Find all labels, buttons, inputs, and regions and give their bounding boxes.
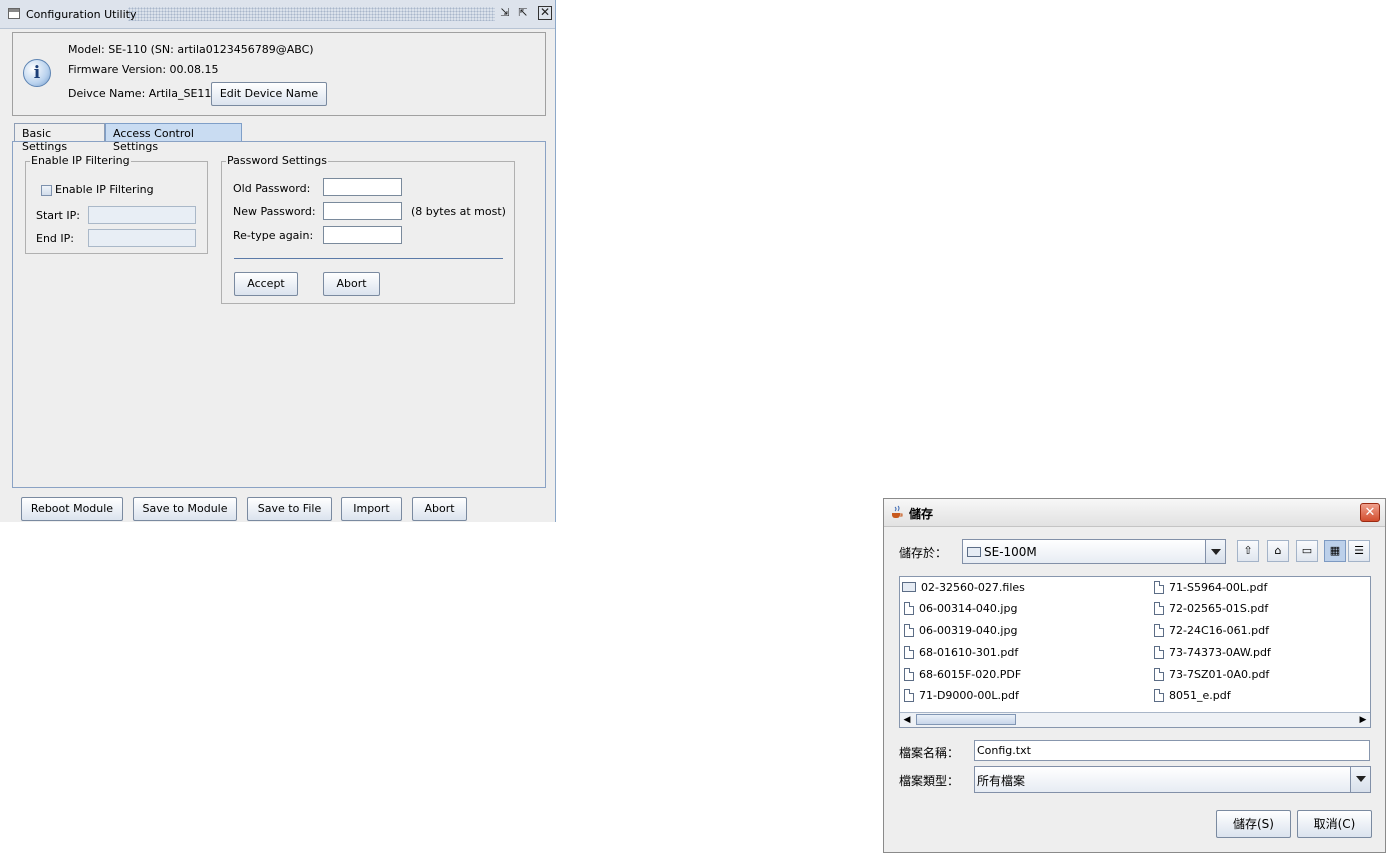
window-app-icon	[8, 8, 20, 19]
close-icon[interactable]: ✕	[538, 6, 552, 20]
file-icon	[904, 646, 914, 659]
save-to-module-button[interactable]: Save to Module	[133, 497, 237, 521]
access-control-panel: Enable IP Filtering Enable IP Filtering …	[12, 141, 546, 488]
tab-basic-settings[interactable]: Basic Settings	[14, 123, 105, 153]
ip-filtering-group-title: Enable IP Filtering	[30, 154, 131, 167]
list-view-icon[interactable]: ▦	[1324, 540, 1346, 562]
save-in-label: 儲存於：	[899, 546, 948, 560]
start-ip-input[interactable]	[88, 206, 196, 224]
new-password-input[interactable]	[323, 202, 402, 220]
cancel-button[interactable]: 取消(C)	[1297, 810, 1372, 838]
filename-input[interactable]: Config.txt	[974, 740, 1370, 761]
minimize-icon[interactable]: ⇲	[498, 6, 512, 20]
window-title: Configuration Utility	[26, 8, 137, 21]
device-info-panel: i Model: SE-110 (SN: artila0123456789@AB…	[12, 32, 546, 116]
list-item[interactable]: 71-S5964-00L.pdf	[1154, 581, 1267, 594]
file-list[interactable]: 02-32560-027.files 06-00314-040.jpg 06-0…	[899, 576, 1371, 728]
file-icon	[904, 602, 914, 615]
import-button[interactable]: Import	[341, 497, 402, 521]
end-ip-label: End IP:	[36, 232, 74, 245]
firmware-label: Firmware Version: 00.08.15	[68, 63, 219, 76]
list-item[interactable]: 71-D9000-00L.pdf	[904, 689, 1019, 702]
file-icon	[1154, 581, 1164, 594]
reboot-module-button[interactable]: Reboot Module	[21, 497, 123, 521]
scroll-right-icon[interactable]: ▶	[1356, 713, 1370, 727]
start-ip-label: Start IP:	[36, 209, 80, 222]
filetype-combo[interactable]: 所有檔案	[974, 766, 1371, 793]
list-item[interactable]: 72-24C16-061.pdf	[1154, 624, 1269, 637]
password-settings-group: Password Settings Old Password: New Pass…	[221, 154, 515, 304]
password-length-hint: (8 bytes at most)	[411, 205, 506, 218]
new-folder-icon[interactable]: ▭	[1296, 540, 1318, 562]
password-separator	[234, 258, 503, 259]
password-settings-group-title: Password Settings	[226, 154, 328, 167]
filetype-value: 所有檔案	[977, 774, 1026, 788]
new-password-label: New Password:	[233, 205, 316, 218]
scrollbar-thumb[interactable]	[916, 714, 1016, 725]
tab-access-control-settings[interactable]: Access Control Settings	[105, 123, 242, 153]
filetype-label: 檔案類型：	[899, 774, 960, 788]
retype-password-input[interactable]	[323, 226, 402, 244]
save-in-combo[interactable]: SE-100M	[962, 539, 1226, 564]
file-icon	[904, 668, 914, 681]
device-name-label: Deivce Name: Artila_SE110	[68, 87, 219, 100]
list-item[interactable]: 06-00319-040.jpg	[904, 624, 1017, 637]
up-folder-icon[interactable]: ⇧	[1237, 540, 1259, 562]
enable-ip-filtering-label[interactable]: Enable IP Filtering	[55, 183, 154, 196]
chevron-down-icon[interactable]	[1205, 540, 1225, 563]
chevron-down-icon[interactable]	[1350, 767, 1370, 792]
horizontal-scrollbar[interactable]: ◀ ▶	[900, 712, 1370, 727]
abort-button[interactable]: Abort	[412, 497, 467, 521]
list-item[interactable]: 73-7SZ01-0A0.pdf	[1154, 668, 1269, 681]
save-dialog: 儲存 ✕ 儲存於： SE-100M ⇧ ⌂ ▭ ▦ ☰ 02-32560-027…	[883, 498, 1386, 853]
details-view-icon[interactable]: ☰	[1348, 540, 1370, 562]
list-item[interactable]: 68-6015F-020.PDF	[904, 668, 1021, 681]
info-icon: i	[23, 59, 51, 87]
file-icon	[1154, 668, 1164, 681]
save-dialog-titlebar[interactable]: 儲存 ✕	[884, 499, 1385, 527]
close-icon[interactable]: ✕	[1360, 503, 1380, 522]
model-label: Model: SE-110 (SN: artila0123456789@ABC)	[68, 43, 314, 56]
window-titlebar[interactable]: Configuration Utility ⇲ ⇱ ✕	[0, 0, 555, 29]
folder-icon	[967, 547, 981, 557]
list-item[interactable]: 73-74373-0AW.pdf	[1154, 646, 1271, 659]
scroll-left-icon[interactable]: ◀	[900, 713, 914, 727]
file-icon	[1154, 602, 1164, 615]
titlebar-grip	[128, 7, 495, 21]
configuration-utility-window: Configuration Utility ⇲ ⇱ ✕ i Model: SE-…	[0, 0, 556, 522]
home-icon[interactable]: ⌂	[1267, 540, 1289, 562]
old-password-input[interactable]	[323, 178, 402, 196]
password-abort-button[interactable]: Abort	[323, 272, 380, 296]
accept-button[interactable]: Accept	[234, 272, 298, 296]
ip-filtering-group: Enable IP Filtering Enable IP Filtering …	[25, 154, 208, 254]
list-item[interactable]: 68-01610-301.pdf	[904, 646, 1018, 659]
save-dialog-title: 儲存	[909, 507, 934, 521]
file-icon	[1154, 646, 1164, 659]
end-ip-input[interactable]	[88, 229, 196, 247]
old-password-label: Old Password:	[233, 182, 311, 195]
file-icon	[904, 624, 914, 637]
save-button[interactable]: 儲存(S)	[1216, 810, 1291, 838]
filename-label: 檔案名稱：	[899, 746, 960, 760]
folder-icon	[902, 582, 916, 592]
file-icon	[1154, 689, 1164, 702]
file-icon	[904, 689, 914, 702]
edit-device-name-button[interactable]: Edit Device Name	[211, 82, 327, 106]
file-icon	[1154, 624, 1164, 637]
list-item[interactable]: 8051_e.pdf	[1154, 689, 1231, 702]
list-item[interactable]: 02-32560-027.files	[902, 581, 1025, 594]
list-item[interactable]: 06-00314-040.jpg	[904, 602, 1017, 615]
java-cup-icon	[892, 505, 903, 518]
save-to-file-button[interactable]: Save to File	[247, 497, 332, 521]
list-item[interactable]: 72-02565-01S.pdf	[1154, 602, 1268, 615]
retype-password-label: Re-type again:	[233, 229, 314, 242]
save-in-value: SE-100M	[984, 545, 1037, 559]
maximize-icon[interactable]: ⇱	[516, 6, 530, 20]
enable-ip-filtering-checkbox[interactable]	[41, 185, 52, 196]
